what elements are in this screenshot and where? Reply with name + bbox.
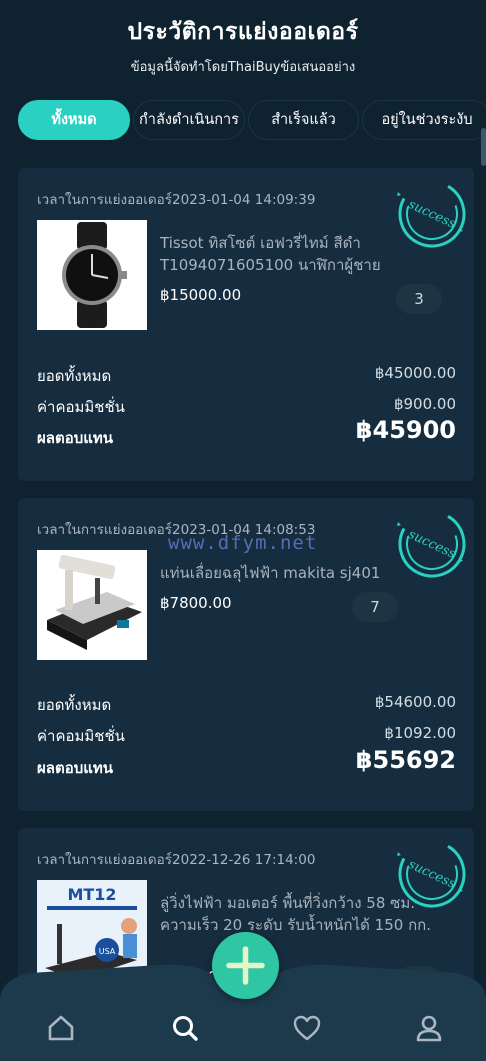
order-card[interactable]: เวลาในการแย่งออเดอร์2023-01-04 14:09:39 …	[18, 168, 474, 481]
commission-value: ฿1092.00	[384, 724, 456, 742]
unit-price: ฿15000.00	[160, 286, 242, 304]
page-title: ประวัติการแย่งออเดอร์	[127, 19, 359, 45]
stamp-text: success	[406, 197, 459, 232]
return-value: ฿55692	[355, 746, 456, 774]
plus-icon	[226, 946, 265, 985]
total-value: ฿54600.00	[374, 693, 456, 711]
return-label: ผลตอบแทน	[37, 429, 114, 447]
status-tabs: ทั้งหมด กำลังดำเนินการ สำเร็จแล้ว อยู่ใน…	[18, 100, 486, 140]
tab-all[interactable]: ทั้งหมด	[18, 100, 130, 140]
product-image	[37, 550, 147, 660]
total-row: ยอดทั้งหมด ฿45000.00	[37, 364, 456, 388]
tab-in-progress[interactable]: กำลังดำเนินการ	[133, 100, 245, 140]
page-header: ประวัติการแย่งออเดอร์ ข้อมูลนี้จัดทำโดยT…	[0, 0, 486, 77]
heart-icon[interactable]	[292, 1013, 322, 1043]
commission-label: ค่าคอมมิชชั่น	[37, 398, 125, 416]
order-history-page: ประวัติการแย่งออเดอร์ ข้อมูลนี้จัดทำโดยT…	[0, 0, 486, 1061]
watermark: www.dfym.net	[168, 532, 318, 554]
total-label: ยอดทั้งหมด	[37, 696, 112, 714]
product-name: Tissot ทิสโซต์ เอฟวรี่ไทม์ สีดำ T1094071…	[160, 234, 381, 274]
home-icon[interactable]	[46, 1013, 76, 1043]
product-name: ลู่วิ่งไฟฟ้า มอเตอร์ พื้นที่วิ่งกว้าง 58…	[160, 894, 432, 934]
search-icon[interactable]	[170, 1013, 200, 1043]
thumb-banner-text: MT12	[67, 885, 116, 904]
quantity-badge: 7	[352, 592, 398, 622]
watch-image	[37, 220, 147, 330]
order-time: เวลาในการแย่งออเดอร์2023-01-04 14:09:39	[37, 192, 316, 208]
commission-value: ฿900.00	[393, 395, 456, 413]
return-row: ผลตอบแทน ฿55692	[37, 746, 456, 780]
add-button[interactable]	[212, 932, 279, 999]
stamp-text: success	[406, 857, 459, 892]
return-row: ผลตอบแทน ฿45900	[37, 416, 456, 450]
user-icon[interactable]	[414, 1013, 444, 1043]
page-subtitle: ข้อมูลนี้จัดทำโดยThaiBuyข้อเสนออย่าง	[130, 60, 356, 75]
total-label: ยอดทั้งหมด	[37, 367, 112, 385]
scroll-saw-image	[37, 550, 147, 660]
stamp-text: success	[406, 527, 459, 562]
product-image	[37, 220, 147, 330]
return-label: ผลตอบแทน	[37, 759, 114, 777]
return-value: ฿45900	[355, 416, 456, 444]
product-name: แท่นเลื่อยฉลุไฟฟ้า makita sj401	[160, 564, 381, 582]
unit-price: ฿7800.00	[160, 594, 232, 612]
scrollbar[interactable]	[481, 128, 486, 166]
order-time: เวลาในการแย่งออเดอร์2022-12-26 17:14:00	[37, 852, 316, 868]
total-value: ฿45000.00	[374, 364, 456, 382]
commission-label: ค่าคอมมิชชั่น	[37, 727, 125, 745]
quantity-badge: 3	[396, 284, 442, 314]
total-row: ยอดทั้งหมด ฿54600.00	[37, 693, 456, 717]
commission-row: ค่าคอมมิชชั่น ฿1092.00	[37, 724, 456, 748]
tab-completed[interactable]: สำเร็จแล้ว	[248, 100, 359, 140]
thumb-badge-text: USA	[99, 947, 116, 956]
tab-suspended[interactable]: อยู่ในช่วงระงับ	[362, 100, 486, 140]
